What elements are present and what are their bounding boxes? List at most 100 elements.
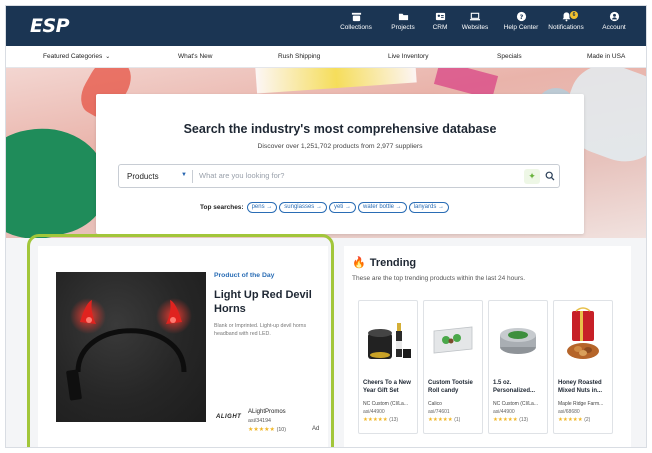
app-window: ESP Collections Projects CRM Websites ? … (5, 5, 647, 448)
featured-categories-menu[interactable]: Featured Categories ⌄ (43, 53, 110, 60)
trending-product-name[interactable]: 1.5 oz. Personalized... (493, 379, 547, 395)
nav-crm-label: CRM (432, 24, 448, 31)
promo-item-image (255, 68, 417, 94)
trending-product-card[interactable]: Cheers To a New Year Gift Set NC Custom … (358, 300, 418, 434)
rush-shipping-link[interactable]: Rush Shipping (278, 53, 320, 60)
trending-supplier: Maple Ridge Farm... (558, 401, 604, 407)
made-in-usa-link[interactable]: Made in USA (587, 53, 625, 60)
gift-set-image (368, 323, 411, 359)
top-search-pill[interactable]: pens → (246, 202, 278, 214)
nav-notifications[interactable]: 6 Notifications (543, 10, 589, 44)
star-icons: ★★★★★ (428, 417, 453, 423)
ad-label: Ad (312, 426, 320, 432)
nav-websites-label: Websites (461, 24, 489, 31)
tootsie-roll-candy-image (433, 326, 473, 354)
trending-rating: ★★★★★ (13) (363, 417, 398, 423)
specials-link[interactable]: Specials (497, 53, 522, 60)
product-title[interactable]: Light Up Red Devil Horns (214, 288, 324, 316)
whats-new-link[interactable]: What's New (178, 53, 212, 60)
supplier-name[interactable]: ALightPromos (248, 409, 286, 415)
account-icon (609, 11, 619, 22)
nav-projects-label: Projects (391, 24, 415, 31)
product-image[interactable] (56, 272, 206, 422)
help-icon: ? (516, 11, 526, 22)
top-search-pill[interactable]: sunglasses → (279, 202, 327, 214)
trending-asi: asi/44900 (363, 409, 385, 415)
review-count: (13) (519, 417, 529, 423)
trending-rating: ★★★★★ (2) (558, 417, 590, 423)
search-icon[interactable] (545, 171, 555, 181)
nav-collections-label: Collections (340, 24, 372, 31)
product-of-the-day-card[interactable]: Product of the Day Light Up Red Devil Ho… (38, 246, 328, 447)
review-count: (10) (276, 427, 286, 433)
esp-logo[interactable]: ESP (30, 15, 70, 37)
rating-stars: ★★★★★ (10) (248, 426, 286, 433)
trending-title: Trending (369, 257, 417, 269)
product-of-the-day-label: Product of the Day (214, 272, 275, 279)
ai-sparkle-icon[interactable]: ✦ (524, 169, 540, 184)
trending-asi: asi/68680 (558, 409, 580, 415)
star-icons: ★★★★★ (248, 427, 275, 433)
review-count: (1) (454, 417, 461, 423)
top-nav: ESP Collections Projects CRM Websites ? … (6, 6, 646, 46)
category-nav: Featured Categories ⌄ What's New Rush Shi… (6, 46, 646, 68)
search-bar: Products ▼ ✦ (118, 164, 560, 188)
nav-collections[interactable]: Collections (335, 10, 377, 44)
nav-projects[interactable]: Projects (384, 10, 422, 44)
trending-supplier: Calico (428, 401, 442, 407)
caret-down-icon[interactable]: ▼ (181, 172, 187, 178)
top-search-pill[interactable]: water bottle → (357, 202, 407, 214)
trending-rating: ★★★★★ (1) (428, 417, 460, 423)
mixed-nuts-gift-image (567, 307, 599, 359)
trending-section: 🔥 Trending These are the top trending pro… (344, 246, 631, 447)
product-description: Blank or Imprinted. Light-up devil horns… (214, 323, 307, 337)
review-count: (13) (389, 417, 399, 423)
featured-categories-label: Featured Categories (43, 53, 103, 60)
top-searches-label: Top searches: (200, 204, 244, 212)
supplier-asi: asi/34194 (248, 418, 271, 424)
chevron-down-icon: ⌄ (105, 54, 111, 60)
trending-asi: asi/74601 (428, 409, 450, 415)
trending-product-name[interactable]: Cheers To a New Year Gift Set (363, 379, 417, 395)
trending-product-card[interactable]: 1.5 oz. Personalized... NC Custom (CI/La… (488, 300, 548, 434)
search-category-select[interactable]: Products (127, 172, 159, 181)
top-searches: Top searches: pens → sunglasses → yeti → wat… (200, 199, 451, 214)
trending-heading: 🔥 Trending (352, 256, 416, 269)
trending-supplier: NC Custom (CI/La... (363, 401, 409, 407)
folder-icon (398, 13, 408, 21)
trending-product-card[interactable]: Custom Tootsie Roll candy Calico asi/746… (423, 300, 483, 434)
review-count: (2) (584, 417, 591, 423)
devil-horns-headband-image (66, 298, 192, 401)
star-icons: ★★★★★ (363, 417, 388, 423)
nav-help-center[interactable]: ? Help Center (500, 10, 542, 44)
flame-icon: 🔥 (352, 257, 366, 269)
nav-notifications-label: Notifications (548, 24, 584, 31)
trending-product-card[interactable]: Honey Roasted Mixed Nuts in... Maple Rid… (553, 300, 613, 434)
top-search-pill[interactable]: lanyards → (408, 202, 450, 214)
collections-icon (351, 12, 361, 22)
star-icons: ★★★★★ (493, 417, 518, 423)
search-input[interactable] (199, 171, 499, 180)
laptop-icon (469, 12, 481, 21)
nav-account-label: Account (602, 24, 626, 31)
notification-badge: 6 (570, 11, 578, 19)
contact-card-icon (435, 12, 445, 21)
divider (192, 170, 193, 183)
nav-websites[interactable]: Websites (456, 10, 494, 44)
trending-subtitle: These are the top trending products with… (352, 275, 526, 282)
nav-help-label: Help Center (503, 24, 539, 31)
search-heading: Search the industry's most comprehensive… (183, 122, 497, 136)
grinder-tin-image (500, 328, 536, 354)
trending-product-name[interactable]: Custom Tootsie Roll candy (428, 379, 482, 395)
nav-crm[interactable]: CRM (426, 10, 454, 44)
live-inventory-link[interactable]: Live Inventory (388, 53, 428, 60)
nav-account[interactable]: Account (596, 10, 632, 44)
search-card: Search the industry's most comprehensive… (96, 94, 584, 234)
trending-asi: asi/44900 (493, 409, 515, 415)
search-subheading: Discover over 1,251,702 products from 2,… (257, 143, 423, 150)
star-icons: ★★★★★ (558, 417, 583, 423)
trending-supplier: NC Custom (CI/La... (493, 401, 539, 407)
trending-product-name[interactable]: Honey Roasted Mixed Nuts in... (558, 379, 612, 395)
top-search-pill[interactable]: yeti → (328, 202, 356, 214)
trending-rating: ★★★★★ (13) (493, 417, 528, 423)
